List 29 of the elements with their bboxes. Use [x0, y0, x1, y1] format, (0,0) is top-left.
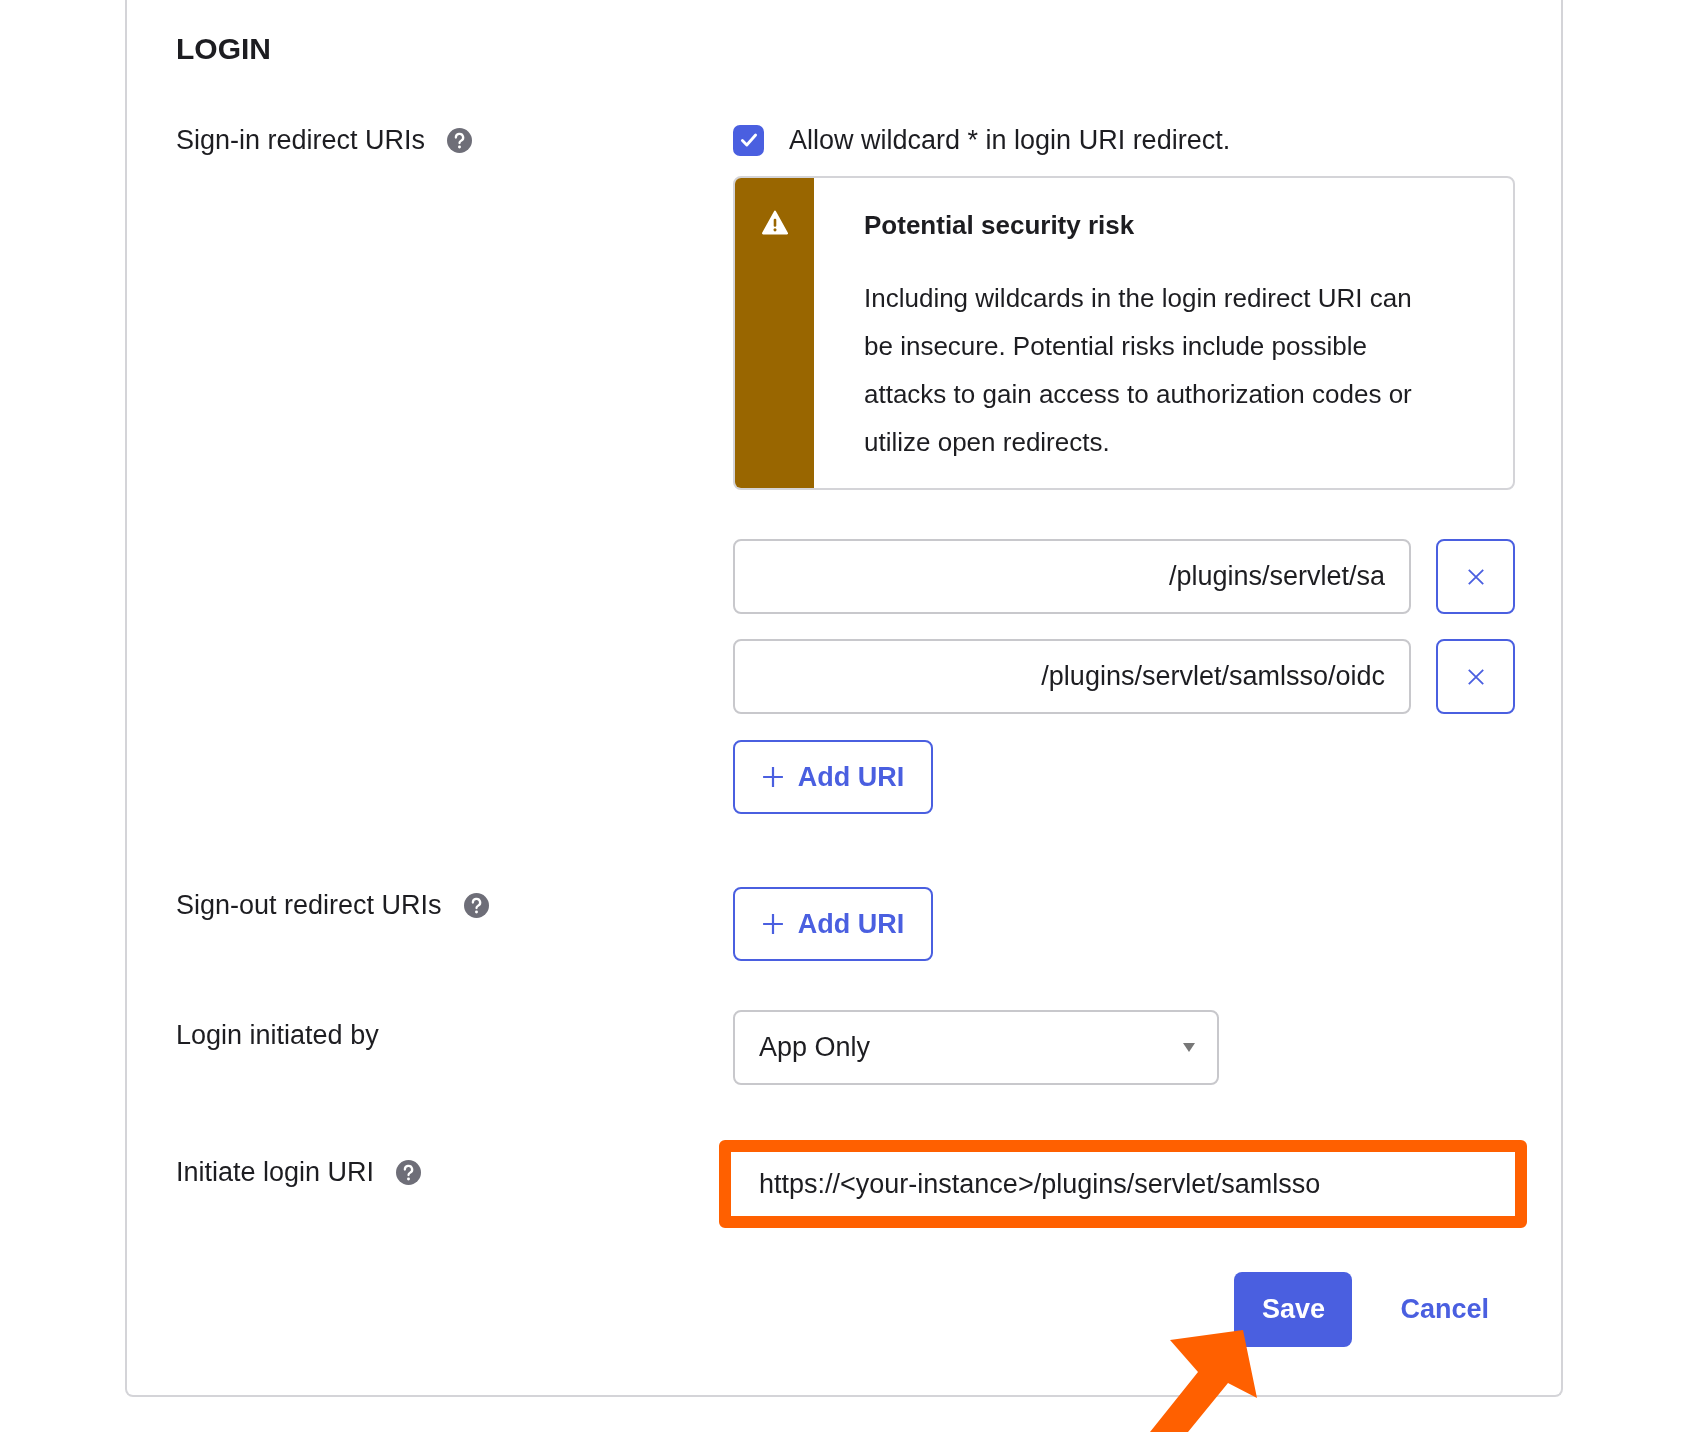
checkbox[interactable] — [733, 124, 764, 156]
plus-icon — [761, 766, 784, 788]
warning-text: Including wildcards in the login redirect URI can be insecure. Potential risks include possible attacks to gain access to authorization codes or utilize open redirects. — [864, 282, 1413, 459]
add-uri-button[interactable]: Add URI — [733, 740, 933, 814]
warning-icon — [761, 210, 788, 235]
save-button[interactable]: Save — [1234, 1272, 1353, 1347]
remove-button[interactable] — [1436, 639, 1515, 714]
help-icon[interactable] — [396, 1159, 422, 1185]
warning-title: Potential security risk — [864, 209, 1136, 242]
add-uri-button[interactable]: Add URI — [733, 887, 933, 961]
uri-field[interactable]: https://<your-instance>/plugins/servlet/samlsso — [731, 1152, 1515, 1216]
caret-icon — [1183, 1043, 1195, 1052]
section-title: LOGIN — [176, 31, 272, 67]
uri-field[interactable]: /plugins/servlet/samlsso/oidc — [733, 639, 1411, 714]
select-value: App Only — [759, 1032, 871, 1063]
close-icon — [1466, 667, 1485, 686]
plus-icon — [761, 913, 784, 935]
help-icon[interactable] — [463, 892, 489, 918]
field-label: Login initiated by — [176, 1019, 379, 1052]
close-icon — [1466, 567, 1485, 586]
remove-button[interactable] — [1436, 539, 1515, 614]
field-label: Initiate login URI — [176, 1156, 375, 1189]
select-dropdown[interactable]: App Only — [733, 1010, 1219, 1085]
uri-field[interactable]: /plugins/servlet/sa — [733, 539, 1411, 614]
checkbox-label: Allow wildcard * in login URI redirect. — [789, 124, 1231, 156]
field-label: Sign-in redirect URIs — [176, 124, 426, 157]
cancel-button[interactable]: Cancel — [1378, 1272, 1511, 1347]
help-icon[interactable] — [447, 127, 473, 153]
field-label: Sign-out redirect URIs — [176, 889, 442, 922]
